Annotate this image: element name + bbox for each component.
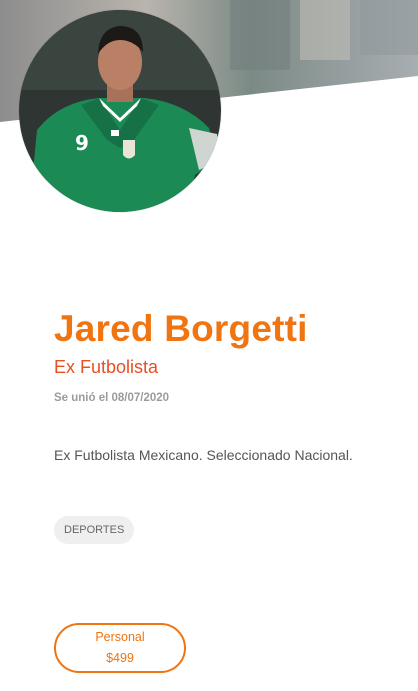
jersey-number: 9 [75, 131, 89, 155]
profile-role: Ex Futbolista [54, 357, 159, 377]
plan-price: $499 [106, 651, 134, 665]
plan-label: Personal [95, 630, 145, 644]
category-tag[interactable]: DEPORTES [54, 516, 135, 544]
avatar-photo: 9 [19, 10, 221, 212]
profile-name: Jared Borgetti [54, 308, 308, 349]
avatar: 9 [19, 10, 221, 212]
subscription-plan-button[interactable]: Personal $499 [54, 623, 186, 673]
profile-bio: Ex Futbolista Mexicano. Seleccionado Nac… [54, 447, 353, 463]
join-date: Se unió el 08/07/2020 [54, 392, 170, 404]
